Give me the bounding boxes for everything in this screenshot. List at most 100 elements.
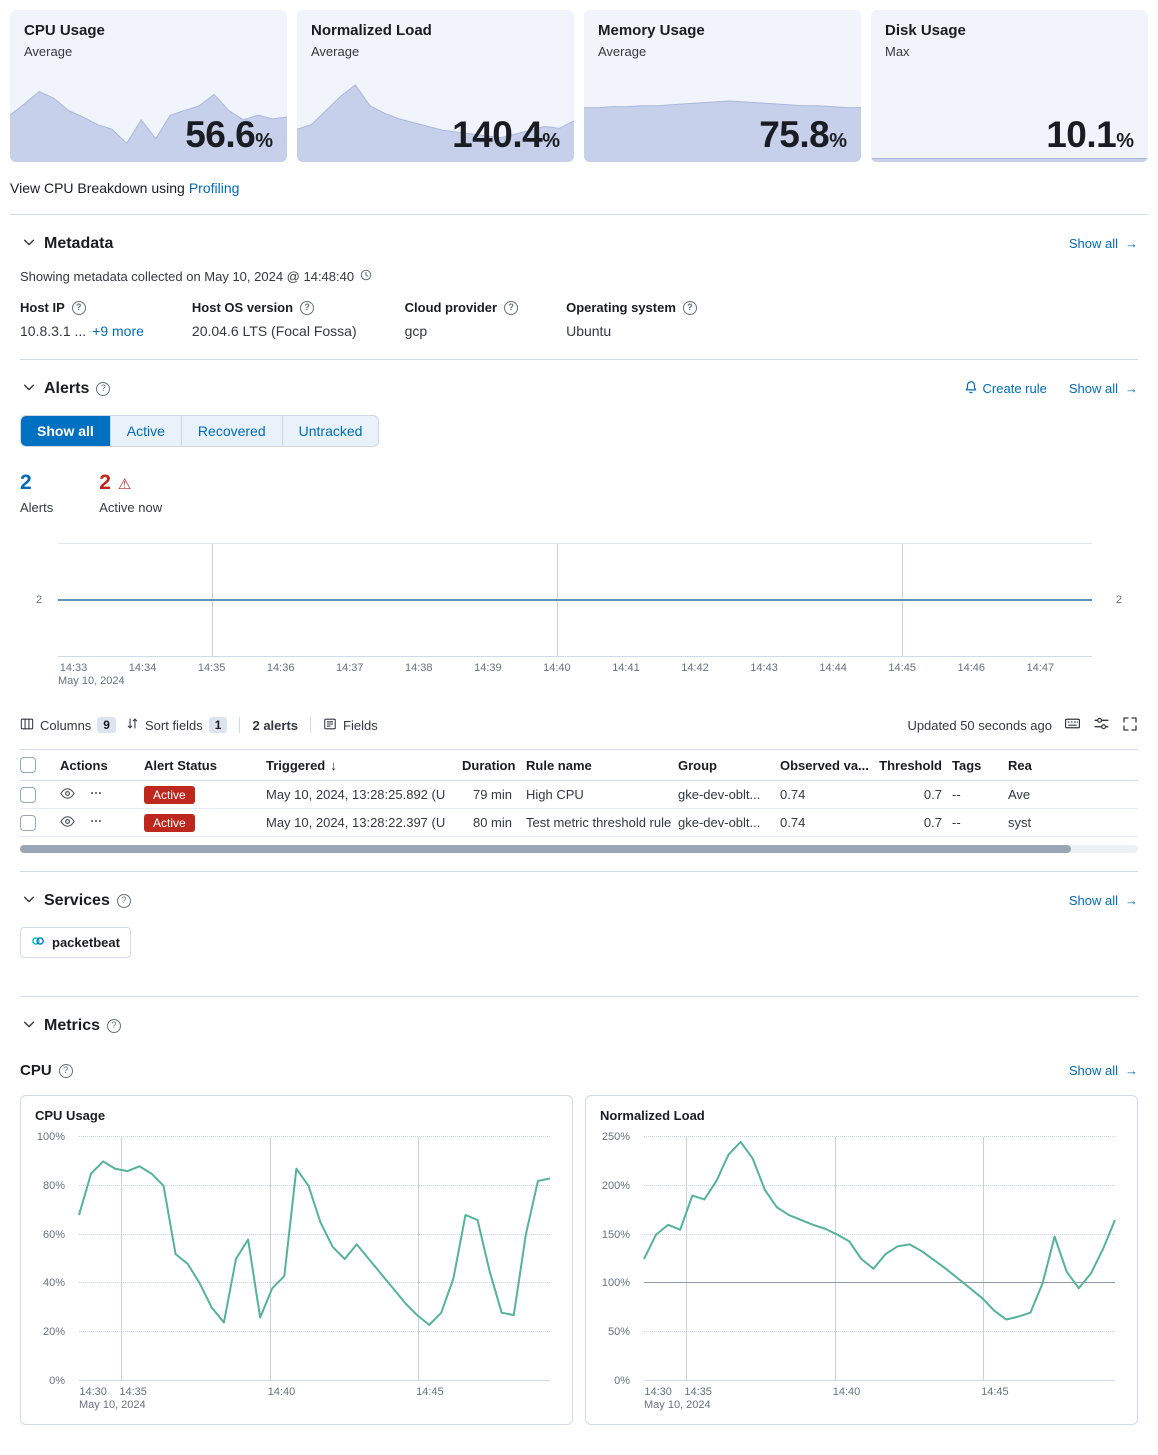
services-collapse-button[interactable] bbox=[20, 890, 38, 911]
metadata-field-cloud-provider: Cloud provider gcp bbox=[405, 300, 518, 339]
table-horizontal-scrollbar bbox=[20, 845, 1138, 853]
keyboard-shortcuts-button[interactable] bbox=[1064, 715, 1081, 735]
kpi-card-value: 10.1% bbox=[1046, 114, 1134, 156]
toolbar-divider bbox=[239, 717, 240, 733]
section-divider bbox=[20, 359, 1138, 360]
columns-icon bbox=[20, 717, 34, 734]
alerts-count-label: 2 alerts bbox=[252, 718, 298, 733]
kpi-card-title: Memory Usage bbox=[598, 22, 847, 39]
create-rule-link[interactable]: Create rule bbox=[964, 380, 1047, 397]
tab-active[interactable]: Active bbox=[111, 416, 182, 446]
alerts-stats: 2 Alerts 2⚠ Active now bbox=[20, 471, 1138, 515]
normalized-load-chart-panel: Normalized Load 0%50%100%150%200%250%14:… bbox=[585, 1095, 1138, 1425]
metadata-section-header: Metadata Show all bbox=[20, 233, 1138, 254]
chart-title: CPU Usage bbox=[35, 1108, 558, 1123]
fields-icon bbox=[323, 717, 337, 734]
alerts-count-stat: 2 Alerts bbox=[20, 471, 53, 515]
services-section-header: Services Show all bbox=[20, 890, 1138, 911]
header-triggered[interactable]: Triggered bbox=[266, 758, 462, 773]
section-divider bbox=[20, 996, 1138, 997]
row-actions-menu-button[interactable] bbox=[89, 786, 103, 803]
kpi-card-subtitle: Average bbox=[24, 44, 273, 59]
cell-duration: 80 min bbox=[462, 815, 526, 830]
cell-rule-name: Test metric threshold rule bbox=[526, 815, 678, 830]
cell-group: gke-dev-oblt... bbox=[678, 787, 780, 802]
row-checkbox[interactable] bbox=[20, 787, 36, 803]
header-alert-status: Alert Status bbox=[144, 758, 266, 773]
alerts-show-all-link[interactable]: Show all bbox=[1069, 381, 1138, 396]
sort-icon bbox=[126, 717, 139, 733]
metadata-show-all-link[interactable]: Show all bbox=[1069, 236, 1138, 251]
metrics-collapse-button[interactable] bbox=[20, 1015, 38, 1036]
more-ips-link[interactable]: +9 more bbox=[92, 323, 144, 339]
metric-chart-panels: CPU Usage 0%20%40%60%80%100%14:3014:3514… bbox=[20, 1095, 1138, 1425]
cell-group: gke-dev-oblt... bbox=[678, 815, 780, 830]
kpi-card-normalized-load[interactable]: Normalized Load Average 140.4% bbox=[297, 10, 574, 162]
header-observed-value: Observed va... bbox=[780, 758, 876, 773]
kpi-card-subtitle: Average bbox=[598, 44, 847, 59]
alert-status-badge: Active bbox=[144, 814, 195, 832]
alerts-table-header-row: Actions Alert Status Triggered Duration … bbox=[20, 750, 1138, 781]
eye-icon bbox=[60, 814, 75, 832]
header-rule-name: Rule name bbox=[526, 758, 678, 773]
tab-recovered[interactable]: Recovered bbox=[182, 416, 283, 446]
row-checkbox[interactable] bbox=[20, 815, 36, 831]
question-icon bbox=[117, 894, 131, 908]
metrics-show-all-link[interactable]: Show all bbox=[1069, 1063, 1138, 1078]
row-actions-menu-button[interactable] bbox=[89, 814, 103, 831]
header-tags: Tags bbox=[952, 758, 1008, 773]
question-icon bbox=[59, 1064, 73, 1078]
kpi-cards-row: CPU Usage Average 56.6% Normalized Load … bbox=[10, 10, 1148, 162]
cpu-metrics-subheader: CPU Show all bbox=[20, 1062, 1138, 1079]
header-threshold: Threshold bbox=[876, 758, 952, 773]
cell-tags: -- bbox=[952, 815, 1008, 830]
bell-icon bbox=[964, 380, 978, 397]
kpi-card-title: Disk Usage bbox=[885, 22, 1134, 39]
question-icon bbox=[96, 382, 110, 396]
view-alert-button[interactable] bbox=[60, 786, 75, 804]
tab-untracked[interactable]: Untracked bbox=[283, 416, 379, 446]
kpi-card-subtitle: Average bbox=[311, 44, 560, 59]
cpu-usage-chart-panel: CPU Usage 0%20%40%60%80%100%14:3014:3514… bbox=[20, 1095, 573, 1425]
alerts-section-title: Alerts bbox=[44, 380, 89, 398]
metadata-field-host-ip: Host IP 10.8.3.1 ...+9 more bbox=[20, 300, 144, 339]
services-show-all-link[interactable]: Show all bbox=[1069, 893, 1138, 908]
display-options-button[interactable] bbox=[1093, 715, 1110, 735]
fields-button[interactable]: Fields bbox=[323, 717, 378, 734]
header-group: Group bbox=[678, 758, 780, 773]
metrics-section-title: Metrics bbox=[44, 1017, 100, 1035]
sort-fields-button[interactable]: Sort fields 1 bbox=[126, 717, 228, 733]
cell-tags: -- bbox=[952, 787, 1008, 802]
service-chip-packetbeat[interactable]: packetbeat bbox=[20, 927, 131, 958]
cell-rule-name: High CPU bbox=[526, 787, 678, 802]
kpi-card-memory-usage[interactable]: Memory Usage Average 75.8% bbox=[584, 10, 861, 162]
clock-icon bbox=[360, 269, 372, 284]
alert-table-row: Active May 10, 2024, 13:28:22.397 (U 80 … bbox=[20, 809, 1138, 837]
header-reason: Rea bbox=[1008, 758, 1138, 773]
metadata-collapse-button[interactable] bbox=[20, 233, 38, 254]
cell-triggered: May 10, 2024, 13:28:25.892 (U bbox=[266, 787, 462, 802]
scrollbar-thumb[interactable] bbox=[20, 845, 1071, 853]
warning-triangle-icon: ⚠ bbox=[118, 476, 131, 493]
chevron-down-icon bbox=[22, 1017, 36, 1034]
alerts-filter-tabs: Show all Active Recovered Untracked bbox=[20, 415, 379, 447]
columns-button[interactable]: Columns 9 bbox=[20, 717, 116, 734]
cell-observed-value: 0.74 bbox=[780, 815, 876, 830]
updated-timestamp: Updated 50 seconds ago bbox=[907, 718, 1052, 733]
kpi-card-title: Normalized Load bbox=[311, 22, 560, 39]
metrics-section-header: Metrics bbox=[20, 1015, 1138, 1036]
fullscreen-button[interactable] bbox=[1122, 716, 1138, 735]
alerts-active-stat: 2⚠ Active now bbox=[99, 471, 162, 515]
select-all-checkbox[interactable] bbox=[20, 757, 36, 773]
header-actions: Actions bbox=[56, 758, 144, 773]
cpu-breakdown-note: View CPU Breakdown usingProfiling bbox=[10, 180, 1148, 196]
kpi-card-cpu-usage[interactable]: CPU Usage Average 56.6% bbox=[10, 10, 287, 162]
section-divider bbox=[20, 871, 1138, 872]
alerts-collapse-button[interactable] bbox=[20, 378, 38, 399]
profiling-link[interactable]: Profiling bbox=[189, 180, 240, 196]
packetbeat-icon bbox=[31, 934, 45, 951]
tab-show-all[interactable]: Show all bbox=[21, 416, 111, 446]
view-alert-button[interactable] bbox=[60, 814, 75, 832]
kpi-card-disk-usage[interactable]: Disk Usage Max 10.1% bbox=[871, 10, 1148, 162]
toolbar-divider bbox=[310, 717, 311, 733]
